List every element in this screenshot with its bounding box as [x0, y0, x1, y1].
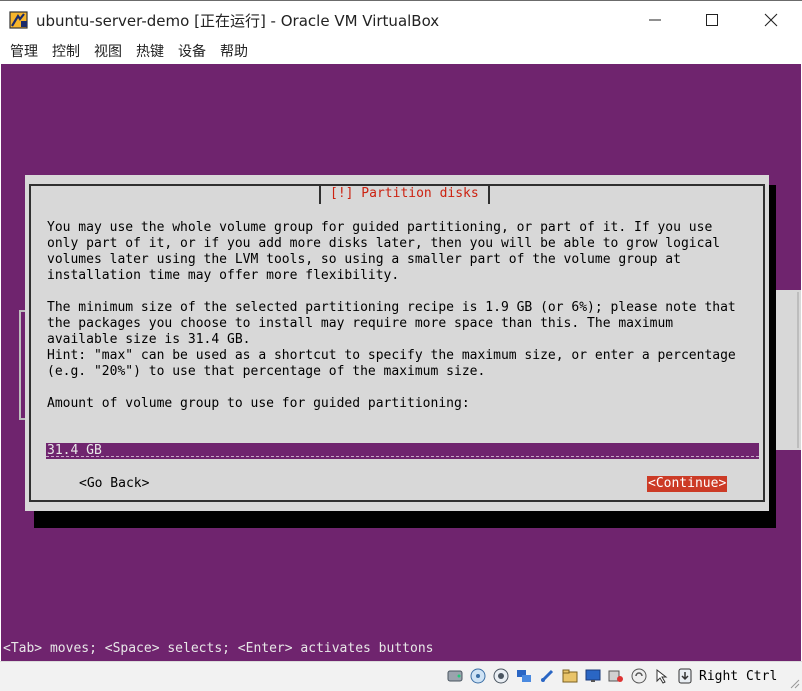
title-bar[interactable]: ubuntu-server-demo [正在运行] - Oracle VM Vi… [0, 0, 802, 39]
vm-display[interactable]: [!] Partition disks You may use the whol… [1, 64, 801, 661]
menu-manage[interactable]: 管理 [4, 41, 46, 61]
dialog-paragraph-minimum-size: The minimum size of the selected partiti… [47, 300, 736, 347]
menu-bar: 管理 控制 视图 热键 设备 帮助 [0, 38, 802, 64]
close-icon [764, 13, 778, 27]
menu-control[interactable]: 控制 [46, 41, 88, 61]
dialog-title: [!] Partition disks [319, 186, 490, 204]
input-underline [46, 456, 759, 457]
audio-icon[interactable] [493, 668, 509, 684]
keyboard-capture-icon[interactable] [677, 668, 693, 684]
partition-disks-dialog: [!] Partition disks You may use the whol… [25, 175, 769, 511]
network-icon[interactable] [516, 668, 532, 684]
menu-help[interactable]: 帮助 [214, 41, 256, 61]
cpu-icon[interactable] [631, 668, 647, 684]
key-help-line: <Tab> moves; <Space> selects; <Enter> ac… [3, 641, 434, 656]
hard-disk-icon[interactable] [447, 668, 463, 684]
mouse-integration-icon[interactable] [654, 668, 670, 684]
display-icon[interactable] [585, 668, 601, 684]
minimize-icon [649, 19, 661, 21]
minimize-button[interactable] [626, 1, 684, 39]
dialog-frame: [!] Partition disks You may use the whol… [29, 184, 765, 502]
menu-devices[interactable]: 设备 [172, 41, 214, 61]
continue-button[interactable]: <Continue> [647, 476, 728, 492]
virtualbox-app-icon[interactable] [9, 10, 29, 30]
optical-drive-icon[interactable] [470, 668, 486, 684]
menu-view[interactable]: 视图 [88, 41, 130, 61]
dialog-paragraph-hint: Hint: "max" can be used as a shortcut to… [47, 348, 736, 379]
status-bar: Right Ctrl [0, 661, 802, 691]
usb-icon[interactable] [539, 668, 555, 684]
video-capture-icon[interactable] [608, 668, 624, 684]
virtualbox-window: ubuntu-server-demo [正在运行] - Oracle VM Vi… [0, 0, 802, 691]
amount-input[interactable]: 31.4 GB [46, 443, 759, 459]
close-button[interactable] [742, 1, 800, 39]
host-key-label: Right Ctrl [699, 669, 778, 684]
window-title: ubuntu-server-demo [正在运行] - Oracle VM Vi… [36, 12, 440, 30]
dialog-paragraph-guided-partitioning: You may use the whole volume group for g… [47, 220, 721, 283]
shared-folder-icon[interactable] [562, 668, 578, 684]
maximize-button[interactable] [683, 1, 741, 39]
menu-hotkeys[interactable]: 热键 [130, 41, 172, 61]
go-back-button[interactable]: <Go Back> [79, 476, 149, 492]
resize-grip-icon[interactable] [790, 679, 800, 689]
maximize-icon [706, 14, 718, 26]
background-dialog-border [773, 292, 799, 448]
amount-prompt-label: Amount of volume group to use for guided… [47, 396, 470, 411]
